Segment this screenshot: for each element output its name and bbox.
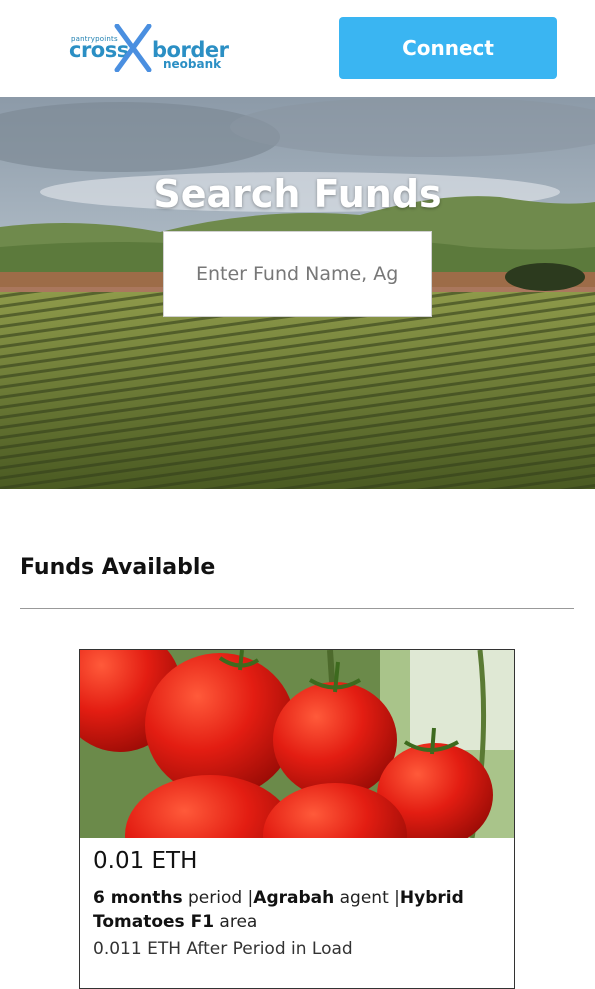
- fund-details: 6 months period |Agrabah agent |Hybrid T…: [93, 886, 503, 934]
- tomatoes-image: [80, 650, 514, 838]
- fund-after-period: 0.011 ETH After Period in Load: [93, 939, 353, 959]
- fund-period: 6 months: [93, 888, 183, 908]
- header: pantrypoints cross border neobank Connec…: [0, 0, 595, 97]
- area-label: area: [214, 912, 258, 932]
- fund-search-input[interactable]: [163, 231, 432, 317]
- period-label: period |: [182, 888, 254, 908]
- fund-agent: Agrabah: [253, 888, 335, 908]
- hero-title: Search Funds: [153, 172, 442, 216]
- logo-word-neobank: neobank: [163, 57, 222, 71]
- hero-banner: Search Funds: [0, 97, 595, 489]
- cross-x-icon: [114, 24, 152, 72]
- connect-button[interactable]: Connect: [339, 17, 557, 79]
- fund-card[interactable]: 0.01 ETH 6 months period |Agrabah agent …: [79, 649, 515, 989]
- section-title: Funds Available: [20, 555, 216, 580]
- fund-amount: 0.01 ETH: [93, 848, 198, 874]
- section-divider: [20, 608, 574, 609]
- agent-label: agent |: [334, 888, 400, 908]
- logo[interactable]: pantrypoints cross border neobank: [68, 24, 229, 74]
